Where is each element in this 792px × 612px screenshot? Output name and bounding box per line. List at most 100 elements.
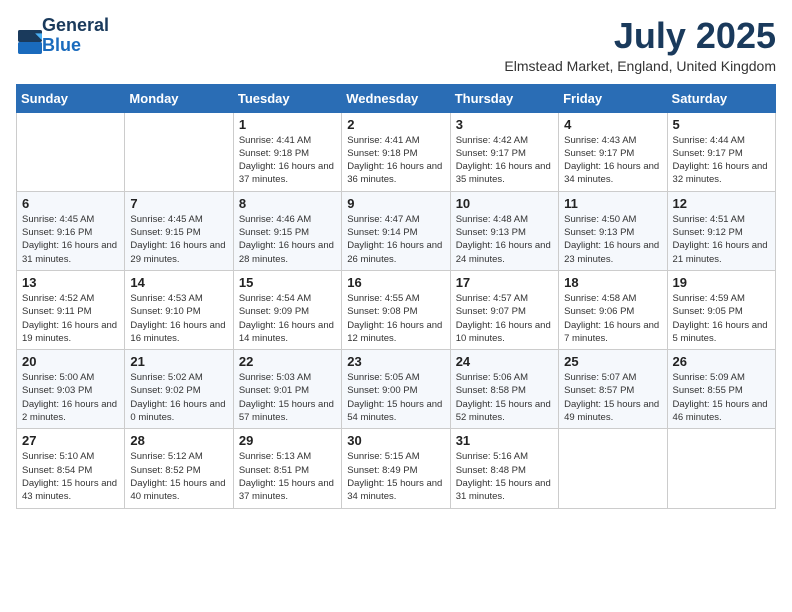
calendar-table: SundayMondayTuesdayWednesdayThursdayFrid…: [16, 84, 776, 509]
day-info: Sunrise: 5:10 AM Sunset: 8:54 PM Dayligh…: [22, 450, 119, 503]
day-info: Sunrise: 5:16 AM Sunset: 8:48 PM Dayligh…: [456, 450, 553, 503]
day-number: 3: [456, 117, 553, 132]
calendar-cell: 31 Sunrise: 5:16 AM Sunset: 8:48 PM Dayli…: [450, 429, 558, 508]
calendar-cell: 25 Sunrise: 5:07 AM Sunset: 8:57 PM Dayli…: [559, 350, 667, 429]
day-info: Sunrise: 4:44 AM Sunset: 9:17 PM Dayligh…: [673, 134, 770, 187]
location: Elmstead Market, England, United Kingdom: [504, 58, 776, 74]
day-number: 28: [130, 433, 227, 448]
day-info: Sunrise: 4:47 AM Sunset: 9:14 PM Dayligh…: [347, 213, 444, 266]
day-info: Sunrise: 4:43 AM Sunset: 9:17 PM Dayligh…: [564, 134, 661, 187]
day-info: Sunrise: 5:09 AM Sunset: 8:55 PM Dayligh…: [673, 371, 770, 424]
calendar-cell: 14Sunrise: 4:53 AM Sunset: 9:10 PM Dayli…: [125, 270, 233, 349]
day-number: 7: [130, 196, 227, 211]
day-number: 25: [564, 354, 661, 369]
weekday-header: Saturday: [667, 84, 775, 112]
day-number: 18: [564, 275, 661, 290]
day-info: Sunrise: 5:02 AM Sunset: 9:02 PM Dayligh…: [130, 371, 227, 424]
day-info: Sunrise: 5:15 AM Sunset: 8:49 PM Dayligh…: [347, 450, 444, 503]
day-number: 27: [22, 433, 119, 448]
day-number: 23: [347, 354, 444, 369]
day-info: Sunrise: 5:06 AM Sunset: 8:58 PM Dayligh…: [456, 371, 553, 424]
calendar-cell: 20 Sunrise: 5:00 AM Sunset: 9:03 PM Dayli…: [17, 350, 125, 429]
day-number: 8: [239, 196, 336, 211]
calendar-cell: 21Sunrise: 5:02 AM Sunset: 9:02 PM Dayli…: [125, 350, 233, 429]
day-info: Sunrise: 4:42 AM Sunset: 9:17 PM Dayligh…: [456, 134, 553, 187]
day-number: 12: [673, 196, 770, 211]
calendar-cell: 2 Sunrise: 4:41 AM Sunset: 9:18 PM Daylig…: [342, 112, 450, 191]
day-number: 17: [456, 275, 553, 290]
calendar-cell: 6Sunrise: 4:45 AM Sunset: 9:16 PM Daylig…: [17, 191, 125, 270]
calendar-cell: 3 Sunrise: 4:42 AM Sunset: 9:17 PM Daylig…: [450, 112, 558, 191]
calendar-cell: 11 Sunrise: 4:50 AM Sunset: 9:13 PM Dayli…: [559, 191, 667, 270]
day-number: 9: [347, 196, 444, 211]
calendar-cell: 22 Sunrise: 5:03 AM Sunset: 9:01 PM Dayli…: [233, 350, 341, 429]
day-info: Sunrise: 4:53 AM Sunset: 9:10 PM Dayligh…: [130, 292, 227, 345]
calendar-cell: 24 Sunrise: 5:06 AM Sunset: 8:58 PM Dayli…: [450, 350, 558, 429]
month-year: July 2025: [504, 16, 776, 56]
calendar-week-row: 6Sunrise: 4:45 AM Sunset: 9:16 PM Daylig…: [17, 191, 776, 270]
calendar-cell: 17 Sunrise: 4:57 AM Sunset: 9:07 PM Dayli…: [450, 270, 558, 349]
day-info: Sunrise: 4:52 AM Sunset: 9:11 PM Dayligh…: [22, 292, 119, 345]
weekday-header: Wednesday: [342, 84, 450, 112]
weekday-header: Thursday: [450, 84, 558, 112]
weekday-header: Sunday: [17, 84, 125, 112]
calendar-cell: 26 Sunrise: 5:09 AM Sunset: 8:55 PM Dayli…: [667, 350, 775, 429]
day-info: Sunrise: 4:54 AM Sunset: 9:09 PM Dayligh…: [239, 292, 336, 345]
day-number: 16: [347, 275, 444, 290]
day-info: Sunrise: 4:50 AM Sunset: 9:13 PM Dayligh…: [564, 213, 661, 266]
calendar-cell: 23 Sunrise: 5:05 AM Sunset: 9:00 PM Dayli…: [342, 350, 450, 429]
calendar-cell: 15Sunrise: 4:54 AM Sunset: 9:09 PM Dayli…: [233, 270, 341, 349]
day-info: Sunrise: 4:57 AM Sunset: 9:07 PM Dayligh…: [456, 292, 553, 345]
calendar-cell: [667, 429, 775, 508]
calendar-week-row: 27 Sunrise: 5:10 AM Sunset: 8:54 PM Dayli…: [17, 429, 776, 508]
day-number: 1: [239, 117, 336, 132]
calendar-cell: 4 Sunrise: 4:43 AM Sunset: 9:17 PM Daylig…: [559, 112, 667, 191]
weekday-header: Friday: [559, 84, 667, 112]
logo-blue: Blue: [42, 36, 109, 56]
day-number: 31: [456, 433, 553, 448]
day-info: Sunrise: 4:41 AM Sunset: 9:18 PM Dayligh…: [239, 134, 336, 187]
day-number: 20: [22, 354, 119, 369]
calendar-cell: [125, 112, 233, 191]
day-info: Sunrise: 5:03 AM Sunset: 9:01 PM Dayligh…: [239, 371, 336, 424]
day-info: Sunrise: 5:07 AM Sunset: 8:57 PM Dayligh…: [564, 371, 661, 424]
logo: General Blue: [16, 16, 109, 56]
day-info: Sunrise: 4:46 AM Sunset: 9:15 PM Dayligh…: [239, 213, 336, 266]
weekday-header: Monday: [125, 84, 233, 112]
day-number: 19: [673, 275, 770, 290]
calendar-cell: 29 Sunrise: 5:13 AM Sunset: 8:51 PM Dayli…: [233, 429, 341, 508]
calendar-cell: 5 Sunrise: 4:44 AM Sunset: 9:17 PM Daylig…: [667, 112, 775, 191]
day-info: Sunrise: 4:48 AM Sunset: 9:13 PM Dayligh…: [456, 213, 553, 266]
calendar-cell: 18Sunrise: 4:58 AM Sunset: 9:06 PM Dayli…: [559, 270, 667, 349]
day-number: 6: [22, 196, 119, 211]
calendar-cell: 10Sunrise: 4:48 AM Sunset: 9:13 PM Dayli…: [450, 191, 558, 270]
day-info: Sunrise: 4:59 AM Sunset: 9:05 PM Dayligh…: [673, 292, 770, 345]
day-number: 26: [673, 354, 770, 369]
calendar-cell: 28 Sunrise: 5:12 AM Sunset: 8:52 PM Dayli…: [125, 429, 233, 508]
calendar-cell: 9 Sunrise: 4:47 AM Sunset: 9:14 PM Daylig…: [342, 191, 450, 270]
day-number: 5: [673, 117, 770, 132]
weekday-row: SundayMondayTuesdayWednesdayThursdayFrid…: [17, 84, 776, 112]
day-number: 24: [456, 354, 553, 369]
weekday-header: Tuesday: [233, 84, 341, 112]
day-info: Sunrise: 4:45 AM Sunset: 9:15 PM Dayligh…: [130, 213, 227, 266]
calendar-cell: 19 Sunrise: 4:59 AM Sunset: 9:05 PM Dayli…: [667, 270, 775, 349]
title-block: July 2025 Elmstead Market, England, Unit…: [504, 16, 776, 74]
day-number: 22: [239, 354, 336, 369]
day-info: Sunrise: 5:05 AM Sunset: 9:00 PM Dayligh…: [347, 371, 444, 424]
calendar-week-row: 13 Sunrise: 4:52 AM Sunset: 9:11 PM Dayli…: [17, 270, 776, 349]
day-number: 29: [239, 433, 336, 448]
day-info: Sunrise: 5:00 AM Sunset: 9:03 PM Dayligh…: [22, 371, 119, 424]
day-number: 13: [22, 275, 119, 290]
logo-general: General: [42, 16, 109, 36]
day-info: Sunrise: 4:55 AM Sunset: 9:08 PM Dayligh…: [347, 292, 444, 345]
calendar-cell: [17, 112, 125, 191]
day-info: Sunrise: 5:12 AM Sunset: 8:52 PM Dayligh…: [130, 450, 227, 503]
day-info: Sunrise: 5:13 AM Sunset: 8:51 PM Dayligh…: [239, 450, 336, 503]
day-info: Sunrise: 4:41 AM Sunset: 9:18 PM Dayligh…: [347, 134, 444, 187]
calendar-cell: 16 Sunrise: 4:55 AM Sunset: 9:08 PM Dayli…: [342, 270, 450, 349]
day-number: 4: [564, 117, 661, 132]
calendar-cell: 12Sunrise: 4:51 AM Sunset: 9:12 PM Dayli…: [667, 191, 775, 270]
day-number: 2: [347, 117, 444, 132]
day-number: 11: [564, 196, 661, 211]
